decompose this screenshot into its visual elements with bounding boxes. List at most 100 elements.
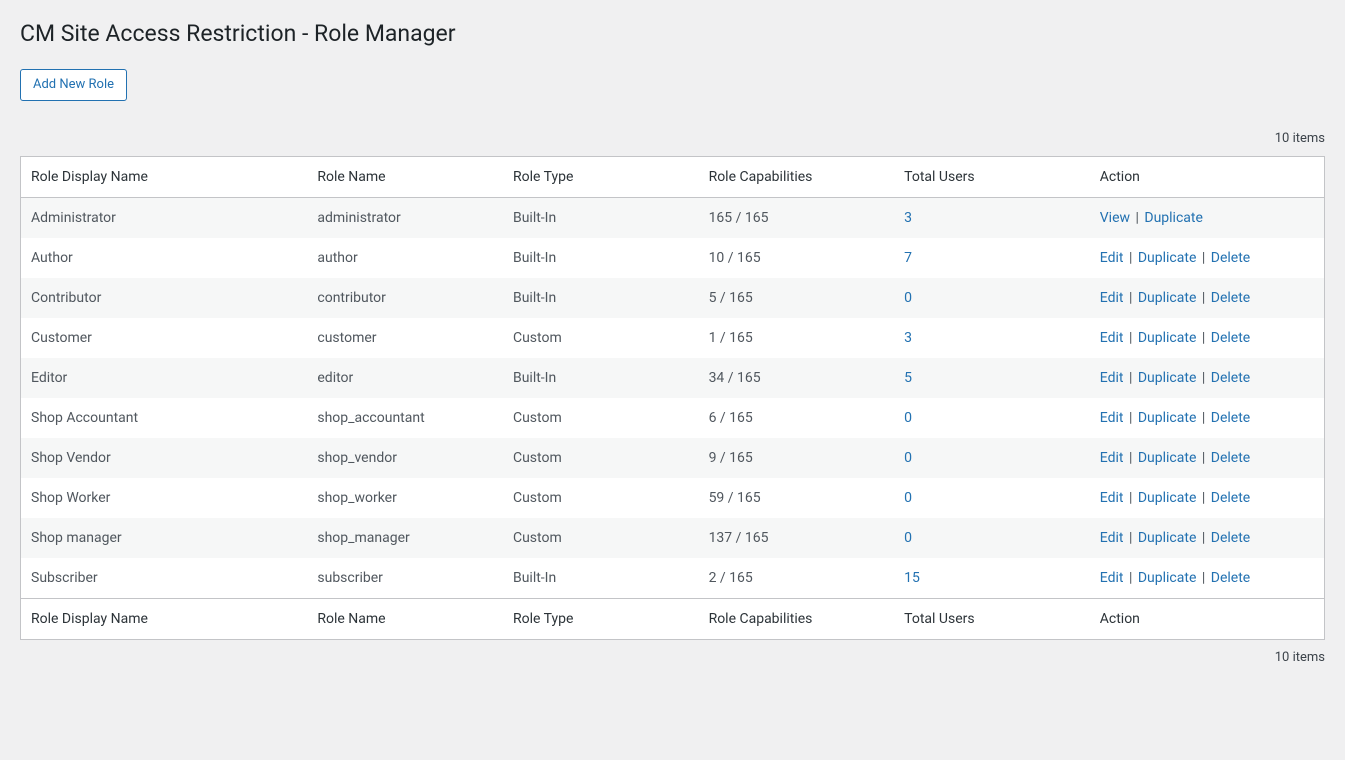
delete-link[interactable]: Delete: [1211, 330, 1250, 346]
cell-total-users: 0: [894, 438, 1090, 478]
cell-display-name: Customer: [21, 318, 308, 358]
col-footer-role-type[interactable]: Role Type: [503, 599, 699, 640]
cell-role-name: shop_manager: [307, 518, 503, 558]
total-users-link[interactable]: 15: [904, 570, 920, 586]
total-users-link[interactable]: 0: [904, 450, 912, 466]
action-separator: |: [1196, 570, 1210, 586]
edit-link[interactable]: Edit: [1100, 450, 1124, 466]
total-users-link[interactable]: 5: [904, 370, 912, 386]
cell-role-type: Built-In: [503, 238, 699, 278]
duplicate-link[interactable]: Duplicate: [1138, 290, 1197, 306]
edit-link[interactable]: Edit: [1100, 330, 1124, 346]
action-separator: |: [1123, 530, 1137, 546]
col-header-role-type[interactable]: Role Type: [503, 157, 699, 198]
action-separator: |: [1196, 330, 1210, 346]
delete-link[interactable]: Delete: [1211, 530, 1250, 546]
page-title: CM Site Access Restriction - Role Manage…: [20, 10, 1325, 53]
cell-display-name: Author: [21, 238, 308, 278]
delete-link[interactable]: Delete: [1211, 450, 1250, 466]
view-link[interactable]: View: [1100, 210, 1130, 226]
action-separator: |: [1196, 530, 1210, 546]
edit-link[interactable]: Edit: [1100, 410, 1124, 426]
cell-role-type: Built-In: [503, 278, 699, 318]
cell-role-type: Built-In: [503, 558, 699, 599]
col-header-display-name[interactable]: Role Display Name: [21, 157, 308, 198]
cell-total-users: 0: [894, 398, 1090, 438]
add-new-role-button[interactable]: Add New Role: [20, 69, 127, 101]
total-users-link[interactable]: 0: [904, 490, 912, 506]
duplicate-link[interactable]: Duplicate: [1138, 490, 1197, 506]
duplicate-link[interactable]: Duplicate: [1138, 450, 1197, 466]
total-users-link[interactable]: 0: [904, 530, 912, 546]
cell-total-users: 7: [894, 238, 1090, 278]
cell-action: Edit | Duplicate | Delete: [1090, 398, 1325, 438]
col-header-capabilities[interactable]: Role Capabilities: [699, 157, 895, 198]
col-footer-action[interactable]: Action: [1090, 599, 1325, 640]
total-users-link[interactable]: 3: [904, 330, 912, 346]
cell-display-name: Shop Vendor: [21, 438, 308, 478]
delete-link[interactable]: Delete: [1211, 370, 1250, 386]
edit-link[interactable]: Edit: [1100, 250, 1124, 266]
col-footer-total-users[interactable]: Total Users: [894, 599, 1090, 640]
cell-role-type: Custom: [503, 438, 699, 478]
action-separator: |: [1123, 290, 1137, 306]
page-wrap: CM Site Access Restriction - Role Manage…: [0, 0, 1345, 695]
cell-display-name: Shop Worker: [21, 478, 308, 518]
cell-total-users: 3: [894, 318, 1090, 358]
delete-link[interactable]: Delete: [1211, 490, 1250, 506]
table-row: ContributorcontributorBuilt-In5 / 1650Ed…: [21, 278, 1325, 318]
table-row: AuthorauthorBuilt-In10 / 165 7 Edit | Dupl…: [21, 238, 1325, 278]
cell-capabilities: 6 / 165: [699, 398, 895, 438]
col-footer-display-name[interactable]: Role Display Name: [21, 599, 308, 640]
duplicate-link[interactable]: Duplicate: [1138, 570, 1197, 586]
action-separator: |: [1123, 490, 1137, 506]
action-separator: |: [1123, 410, 1137, 426]
col-footer-role-name[interactable]: Role Name: [307, 599, 503, 640]
duplicate-link[interactable]: Duplicate: [1138, 530, 1197, 546]
cell-role-type: Custom: [503, 318, 699, 358]
duplicate-link[interactable]: Duplicate: [1138, 410, 1197, 426]
cell-action: Edit | Duplicate | Delete: [1090, 238, 1325, 278]
edit-link[interactable]: Edit: [1100, 490, 1124, 506]
cell-capabilities: 9 / 165: [699, 438, 895, 478]
cell-total-users: 0: [894, 518, 1090, 558]
total-users-link[interactable]: 3: [904, 210, 912, 226]
cell-action: Edit | Duplicate | Delete: [1090, 558, 1325, 599]
total-users-link[interactable]: 0: [904, 290, 912, 306]
action-separator: |: [1196, 410, 1210, 426]
table-row: CustomercustomerCustom1 / 1653Edit | Dup…: [21, 318, 1325, 358]
table-row: Shop managershop_managerCustom137 / 1650…: [21, 518, 1325, 558]
cell-capabilities: 10 / 165: [699, 238, 895, 278]
delete-link[interactable]: Delete: [1211, 290, 1250, 306]
duplicate-link[interactable]: Duplicate: [1138, 370, 1197, 386]
table-row: AdministratoradministratorBuilt-In165 / …: [21, 198, 1325, 239]
delete-link[interactable]: Delete: [1211, 570, 1250, 586]
delete-link[interactable]: Delete: [1211, 410, 1250, 426]
table-row: Shop Accountantshop_accountantCustom6 / …: [21, 398, 1325, 438]
cell-role-type: Built-In: [503, 358, 699, 398]
table-row: EditoreditorBuilt-In34 / 1655Edit | Dupl…: [21, 358, 1325, 398]
edit-link[interactable]: Edit: [1100, 370, 1124, 386]
total-users-link[interactable]: 0: [904, 410, 912, 426]
col-header-role-name[interactable]: Role Name: [307, 157, 503, 198]
delete-link[interactable]: Delete: [1211, 250, 1250, 266]
cell-action: Edit | Duplicate | Delete: [1090, 278, 1325, 318]
edit-link[interactable]: Edit: [1100, 570, 1124, 586]
table-head: Role Display Name Role Name Role Type Ro…: [21, 157, 1325, 198]
col-header-total-users[interactable]: Total Users: [894, 157, 1090, 198]
cell-role-name: author: [307, 238, 503, 278]
cell-action: View | Duplicate: [1090, 198, 1325, 239]
action-separator: |: [1196, 290, 1210, 306]
duplicate-link[interactable]: Duplicate: [1144, 210, 1203, 226]
cell-role-type: Custom: [503, 518, 699, 558]
duplicate-link[interactable]: Duplicate: [1138, 250, 1197, 266]
duplicate-link[interactable]: Duplicate: [1138, 330, 1197, 346]
col-header-action[interactable]: Action: [1090, 157, 1325, 198]
cell-role-type: Built-In: [503, 198, 699, 239]
edit-link[interactable]: Edit: [1100, 290, 1124, 306]
action-separator: |: [1123, 250, 1137, 266]
edit-link[interactable]: Edit: [1100, 530, 1124, 546]
total-users-link[interactable]: 7: [904, 250, 912, 266]
col-footer-capabilities[interactable]: Role Capabilities: [699, 599, 895, 640]
cell-capabilities: 59 / 165: [699, 478, 895, 518]
